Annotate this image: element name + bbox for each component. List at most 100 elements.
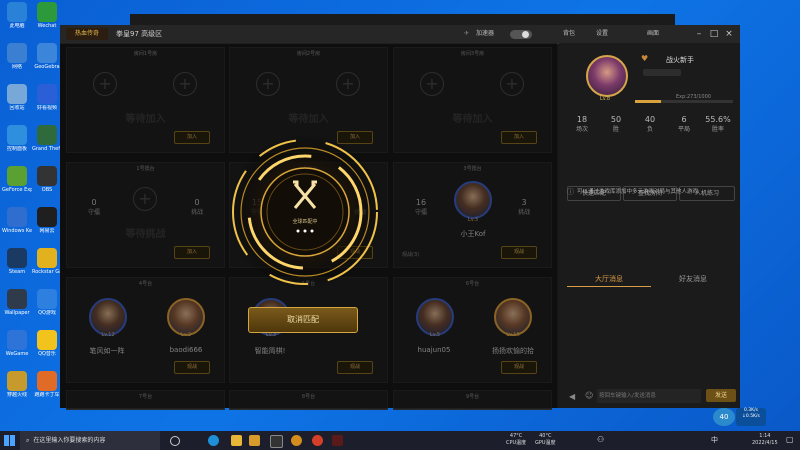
profile-stat: 6 平局 (677, 115, 690, 133)
desktop-icon-label: GeForce Experience (2, 187, 32, 193)
desktop-icon[interactable]: OBS (32, 166, 62, 193)
desktop-icon[interactable]: 跑跑卡丁车 (32, 371, 62, 398)
speed-badge[interactable]: 40 (713, 408, 735, 426)
taskbar: ⌕ 在这里输入你要搜索的内容 47°C CPU温度 40°C GPU温度 ⚇ 中 … (0, 431, 800, 450)
desktop-icon-label: QQ音乐 (38, 351, 56, 357)
tab-lobby-messages[interactable]: 大厅消息 (567, 272, 651, 287)
app-icon (7, 371, 27, 391)
emoji-icon[interactable]: ☺ (585, 391, 593, 400)
desktop-icon-label: 好看视频 (36, 105, 57, 111)
desktop-icon[interactable]: WeGame (2, 330, 32, 357)
app-icon (37, 371, 57, 391)
profile-panel: Lv.8 ♥ 战火新手 Exp:273/1000 18 场次 50 胜 40 负 6 平局 55… (559, 43, 740, 408)
matching-animation: 全球匹配中 (227, 134, 383, 290)
desktop-icon[interactable]: GeoGebra (32, 43, 62, 70)
profile-stat: 40 负 (644, 115, 656, 133)
info-icon: ⓘ (567, 188, 574, 196)
app-icon (7, 207, 27, 227)
cpu-temp: 47°C CPU温度 (506, 433, 527, 446)
chrome-icon[interactable] (312, 435, 323, 446)
desktop-icon-label: Wallpaper (4, 310, 30, 316)
profile-stat: 18 场次 (575, 115, 588, 133)
desktop-icon[interactable]: 网易云 (32, 207, 62, 234)
desktop-icon[interactable]: Grand Theft Auto V (32, 125, 62, 152)
profile-stat: 50 胜 (610, 115, 622, 133)
maximize-icon[interactable]: □ (707, 27, 721, 41)
app-icon (37, 2, 57, 22)
desktop-icon-label: 控制面板 (6, 146, 27, 152)
screen-button[interactable]: 画面 (647, 25, 659, 43)
desktop-icon[interactable]: 控制面板 (2, 125, 32, 152)
app-icon (37, 43, 57, 63)
ime-indicator[interactable]: 中 (711, 435, 718, 445)
matching-status: 全球匹配中 (292, 218, 317, 225)
settings-button[interactable]: 设置 (596, 25, 608, 43)
desktop-icon-label: QQ游戏 (38, 310, 56, 316)
wegame-icon[interactable] (270, 435, 283, 448)
edge-icon[interactable] (208, 435, 219, 446)
desktop-icon[interactable]: Wechat (32, 2, 62, 29)
close-icon[interactable]: × (722, 27, 736, 41)
desktop-icon-label: OBS (41, 187, 53, 193)
cancel-match-button[interactable]: 取消匹配 (248, 307, 358, 333)
desktop-icon[interactable]: 穿越火线 (2, 371, 32, 398)
desktop-icon[interactable]: 此电脑 (2, 2, 32, 29)
exp-bar (635, 100, 733, 103)
desktop-icon[interactable]: Rockstar Games (32, 248, 62, 275)
avatar (586, 55, 628, 97)
profile-stat: 55.6% 胜率 (705, 115, 731, 133)
people-icon[interactable]: ⚇ (597, 435, 604, 444)
exp-bar-fill (635, 100, 662, 103)
task-view-icon[interactable] (170, 436, 180, 446)
notification-icon[interactable]: ▢ (786, 435, 794, 444)
desktop-icon-label: 网络 (11, 64, 22, 70)
network-widget: 0.3K/s ↓0.5K/s (736, 408, 766, 426)
app-icon (7, 289, 27, 309)
app-logo: 热血传奇 (66, 28, 108, 40)
backpack-button[interactable]: 背包 (563, 25, 575, 43)
app-icon (7, 84, 27, 104)
accelerator-toggle[interactable] (510, 30, 532, 39)
taskbar-search[interactable]: ⌕ 在这里输入你要搜索的内容 (20, 431, 160, 450)
desktop-icons: 此电脑 Wechat 网络 GeoGebra 回收站 好看视频控制面板 Grand Thef… (0, 0, 62, 412)
app-taskbar-icon[interactable] (249, 435, 260, 446)
chat-input[interactable] (597, 389, 701, 403)
desktop-icon-label: Grand Theft Auto V (32, 146, 62, 152)
app-icon (37, 166, 57, 186)
app-icon (7, 330, 27, 350)
search-icon: ⌕ (26, 437, 30, 444)
desktop-icon[interactable]: Wallpaper (2, 289, 32, 316)
app-icon (37, 289, 57, 309)
desktop-icon[interactable]: 好看视频 (32, 84, 62, 111)
desktop-icon[interactable]: 网络 (2, 43, 32, 70)
desktop-icon-label: GeoGebra (34, 64, 60, 70)
speaker-icon: ◀ (569, 392, 576, 401)
send-button[interactable]: 发送 (706, 389, 736, 402)
game-icon[interactable] (291, 435, 302, 446)
desktop-icon-label: Windows Keys (2, 228, 32, 234)
start-icon[interactable] (4, 435, 15, 446)
profile-level: Lv.8 (599, 96, 611, 102)
minimize-icon[interactable]: – (692, 27, 706, 41)
app-icon (7, 2, 27, 22)
desktop-icon[interactable]: QQ音乐 (32, 330, 62, 357)
desktop-icon[interactable]: GeForce Experience (2, 166, 32, 193)
app-icon (7, 125, 27, 145)
gpu-temp: 40°C GPU温度 (535, 433, 556, 446)
app-icon (37, 84, 57, 104)
explorer-icon[interactable] (231, 435, 242, 446)
desktop-icon-label: 回收站 (9, 105, 25, 111)
app-icon (37, 248, 57, 268)
desktop-icon[interactable]: Steam (2, 248, 32, 275)
desktop-icon[interactable]: QQ游戏 (32, 289, 62, 316)
accelerator-label: 加速器 (476, 30, 495, 37)
desktop-icon-label: Wechat (37, 23, 57, 29)
active-app-icon[interactable] (332, 435, 343, 446)
tab-friend-messages[interactable]: 好友消息 (651, 272, 735, 286)
app-icon (37, 125, 57, 145)
desktop-icon-label: 此电脑 (9, 23, 25, 29)
desktop-icon[interactable]: 回收站 (2, 84, 32, 111)
desktop-icon[interactable]: Windows Keys (2, 207, 32, 234)
desktop-icon-label: 穿越火线 (6, 392, 27, 398)
profile-name: 战火新手 (666, 56, 694, 64)
